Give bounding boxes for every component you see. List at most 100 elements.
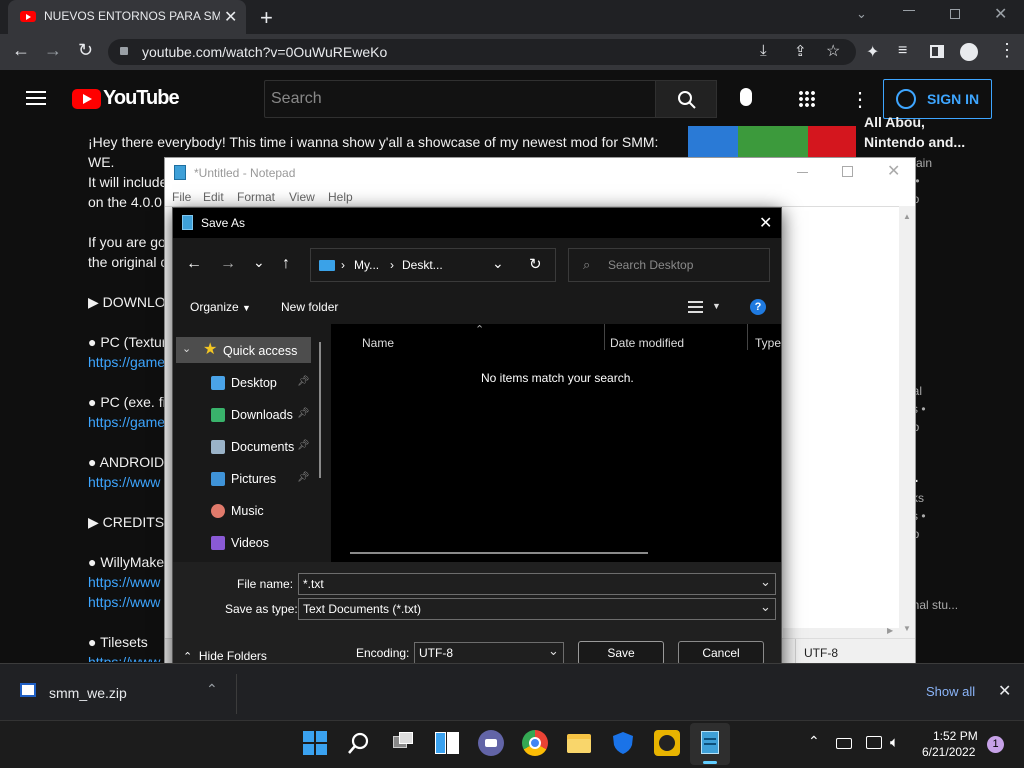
share-icon[interactable]: ⇪ — [794, 42, 807, 60]
back-icon[interactable]: ← — [186, 255, 202, 273]
search-icon[interactable] — [346, 730, 372, 756]
extensions-icon[interactable]: ✦ — [866, 42, 879, 62]
column-type[interactable]: Type — [755, 336, 781, 350]
dialog-close-icon[interactable]: ✕ — [759, 213, 772, 233]
youtube-search-input[interactable]: Search — [264, 80, 656, 118]
nav-scrollbar[interactable] — [319, 342, 321, 478]
close-downloads-icon[interactable]: ✕ — [998, 681, 1011, 701]
keyboard-icon[interactable] — [836, 738, 852, 749]
voice-search-icon[interactable] — [740, 88, 752, 106]
minimize-icon[interactable] — [903, 10, 915, 11]
notepad-menu-file[interactable]: File — [172, 190, 191, 204]
view-dropdown-icon[interactable]: ▼ — [712, 301, 721, 311]
description-link[interactable]: https://game — [88, 412, 165, 432]
chrome-icon[interactable] — [522, 730, 548, 756]
view-options-icon[interactable] — [688, 301, 703, 313]
notepad-vscrollbar[interactable]: ▲ ▼ — [899, 206, 915, 638]
description-link[interactable]: https://www — [88, 592, 160, 612]
encoding-select[interactable]: UTF-8 ⌄ — [414, 642, 564, 664]
hamburger-menu-icon[interactable] — [26, 91, 46, 105]
browser-tab[interactable]: NUEVOS ENTORNOS PARA SMM ✕ — [8, 0, 246, 34]
forward-icon[interactable]: → — [44, 40, 62, 61]
column-date-modified[interactable]: Date modified — [610, 336, 684, 350]
close-tab-icon[interactable]: ✕ — [224, 7, 237, 27]
download-options-chevron-icon[interactable]: ⌃ — [206, 681, 218, 698]
breadcrumb-item[interactable]: Deskt... — [402, 258, 443, 272]
clock-time[interactable]: 1:52 PM — [933, 729, 978, 743]
file-list-hscrollbar[interactable] — [350, 552, 648, 554]
nav-item-quick-access[interactable]: ⌄ ★ Quick access — [173, 338, 313, 364]
chevron-down-icon[interactable]: ⌄ — [182, 342, 191, 355]
bookmark-star-icon[interactable]: ☆ — [826, 41, 840, 61]
notepad-menu-help[interactable]: Help — [328, 190, 353, 204]
tab-search-icon[interactable]: ⌄ — [856, 6, 867, 22]
notepad-minimize-icon[interactable] — [797, 172, 808, 173]
related-video-title[interactable]: Nintendo and... — [864, 132, 965, 152]
hide-folders-button[interactable]: ⌃ Hide Folders — [183, 649, 267, 663]
description-link[interactable]: https://www — [88, 472, 160, 492]
notepad-maximize-icon[interactable] — [842, 166, 853, 177]
back-icon[interactable]: ← — [12, 40, 30, 61]
media-icon[interactable]: ≡ — [898, 42, 907, 60]
youtube-search-button[interactable] — [655, 80, 717, 118]
task-view-icon[interactable] — [390, 730, 416, 756]
address-dropdown-icon[interactable]: ⌄ — [492, 255, 504, 272]
defender-shield-icon[interactable] — [610, 730, 636, 756]
apps-grid-icon[interactable] — [798, 90, 816, 108]
save-button[interactable]: Save — [578, 641, 664, 665]
show-all-button[interactable]: Show all — [926, 684, 975, 699]
forward-icon[interactable]: → — [220, 255, 236, 273]
notepad-menu-edit[interactable]: Edit — [203, 190, 224, 204]
settings-kebab-icon[interactable]: ⋮ — [850, 87, 870, 112]
nav-item-documents[interactable]: Documents 📌︎ — [173, 434, 313, 460]
nav-item-downloads[interactable]: Downloads 📌︎ — [173, 402, 313, 428]
nav-item-music[interactable]: Music — [173, 498, 313, 524]
youtube-logo[interactable]: YouTube — [72, 87, 180, 111]
description-link[interactable]: https://game — [88, 352, 165, 372]
save-as-type-select[interactable]: Text Documents (*.txt) ⌄ — [298, 598, 776, 620]
dialog-address-bar[interactable]: › My... › Deskt... ⌄ ↻ — [310, 248, 556, 282]
address-bar[interactable]: youtube.com/watch?v=0OuWuREweKo ⤓ ⇪ ☆ — [108, 39, 856, 65]
notepad-close-icon[interactable]: ✕ — [887, 161, 900, 181]
nav-item-videos[interactable]: Videos — [173, 530, 313, 556]
recent-locations-chevron-icon[interactable]: ⌄ — [253, 254, 265, 271]
notepad-taskbar-icon[interactable] — [697, 730, 723, 756]
volume-icon[interactable]: 🔈︎ — [890, 734, 899, 751]
install-icon[interactable]: ⤓ — [760, 42, 767, 59]
organize-button[interactable]: Organize ▼ — [190, 300, 251, 314]
widgets-icon[interactable] — [434, 730, 460, 756]
tray-overflow-chevron-icon[interactable]: ⌃ — [808, 733, 820, 750]
help-icon[interactable]: ? — [750, 299, 766, 315]
network-icon[interactable] — [866, 736, 882, 749]
notepad-hscrollbar[interactable]: ▶ — [783, 626, 899, 638]
restore-icon[interactable] — [950, 9, 960, 19]
description-link[interactable]: https://www — [88, 572, 160, 592]
side-panel-icon[interactable] — [930, 45, 944, 58]
teams-chat-icon[interactable] — [478, 730, 504, 756]
cancel-button[interactable]: Cancel — [678, 641, 764, 665]
nav-item-desktop[interactable]: Desktop 📌︎ — [173, 370, 313, 396]
file-explorer-icon[interactable] — [566, 730, 592, 756]
nav-item-pictures[interactable]: Pictures 📌︎ — [173, 466, 313, 492]
clock-date[interactable]: 6/21/2022 — [922, 745, 975, 759]
breadcrumb-item[interactable]: My... — [354, 258, 379, 272]
notification-badge[interactable]: 1 — [987, 736, 1004, 753]
up-folder-icon[interactable]: ↑ — [282, 255, 290, 273]
notepad-menu-view[interactable]: View — [289, 190, 315, 204]
app-icon[interactable] — [654, 730, 680, 756]
related-video-title[interactable]: All Abou, — [864, 112, 925, 132]
new-tab-icon[interactable]: + — [260, 5, 273, 31]
close-window-icon[interactable]: ✕ — [994, 4, 1007, 24]
description-link[interactable]: https://www — [88, 652, 160, 662]
notepad-menu-format[interactable]: Format — [237, 190, 275, 204]
refresh-icon[interactable]: ↻ — [529, 255, 542, 273]
download-filename[interactable]: smm_we.zip — [49, 685, 127, 701]
new-folder-button[interactable]: New folder — [281, 300, 338, 314]
start-windows-icon[interactable] — [302, 730, 328, 756]
menu-kebab-icon[interactable]: ⋮ — [998, 40, 1016, 61]
column-name[interactable]: Name — [362, 336, 394, 350]
file-name-input[interactable]: *.txt ⌄ — [298, 573, 776, 595]
dialog-search-input[interactable]: ⌕ Search Desktop — [568, 248, 770, 282]
reload-icon[interactable]: ↻ — [78, 40, 93, 61]
profile-icon[interactable] — [960, 43, 978, 61]
